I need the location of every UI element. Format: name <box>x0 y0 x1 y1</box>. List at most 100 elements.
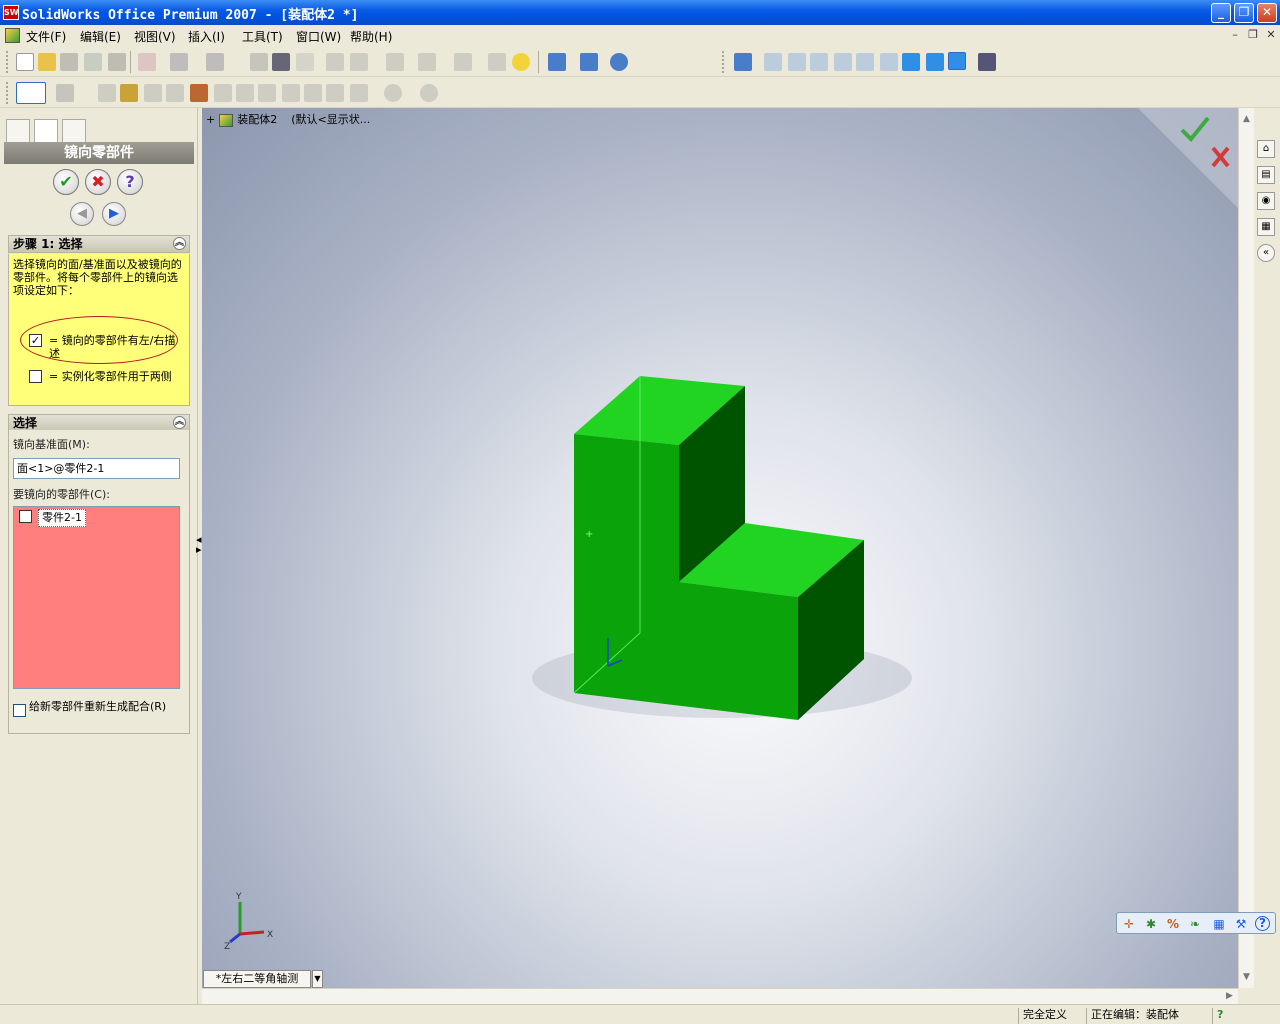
file-explorer-icon[interactable]: ◉ <box>1257 192 1275 210</box>
menu-tools[interactable]: 工具(T) <box>242 28 283 45</box>
vertical-scrollbar[interactable]: ▲ ▼ <box>1238 108 1254 988</box>
zoom-to-fit-icon[interactable] <box>580 53 598 71</box>
assembly-mode-icon[interactable] <box>16 82 46 104</box>
physical-dynamics-icon[interactable] <box>420 84 438 102</box>
toolbar-grip[interactable] <box>722 51 725 73</box>
smart-dimension-icon[interactable] <box>386 53 404 71</box>
scroll-down-icon[interactable]: ▼ <box>1241 972 1252 982</box>
select-arrow-icon[interactable] <box>250 53 268 71</box>
circular-pattern-icon[interactable] <box>304 84 322 102</box>
rotate-view-icon[interactable] <box>610 53 628 71</box>
redo-icon[interactable] <box>206 53 224 71</box>
doc-close-button[interactable]: ✕ <box>1264 28 1278 42</box>
open-folder-icon[interactable] <box>38 53 56 71</box>
right-view-icon[interactable] <box>834 53 852 71</box>
menu-insert[interactable]: 插入(I) <box>188 28 225 45</box>
mirror-plane-field[interactable]: 面<1>@零件2-1 <box>13 458 180 479</box>
menu-file[interactable]: 文件(F) <box>26 28 66 45</box>
save-icon[interactable] <box>60 53 78 71</box>
step1-group-header[interactable]: 步骤 1: 选择 ︽ <box>8 235 190 253</box>
menu-window[interactable]: 窗口(W) <box>296 28 341 45</box>
left-view-icon[interactable] <box>810 53 828 71</box>
menu-view[interactable]: 视图(V) <box>134 28 176 45</box>
view-palette-icon[interactable]: ▦ <box>1257 218 1275 236</box>
close-button[interactable]: ✕ <box>1257 3 1277 23</box>
edit-component-icon[interactable] <box>350 84 368 102</box>
component-checkbox[interactable] <box>19 510 32 523</box>
toolbar-grip[interactable] <box>6 82 9 104</box>
scroll-up-icon[interactable]: ▲ <box>1241 114 1252 124</box>
undo-icon[interactable] <box>170 53 188 71</box>
maximize-button[interactable]: ❐ <box>1234 3 1254 23</box>
exploded-view-icon[interactable] <box>190 84 208 102</box>
back-button[interactable]: ◀ <box>70 202 94 226</box>
horizontal-scrollbar[interactable]: ▶ <box>202 988 1238 1004</box>
back-view-icon[interactable] <box>788 53 806 71</box>
home-icon[interactable]: ⌂ <box>1257 140 1275 158</box>
assembly-feature-icon[interactable] <box>258 84 276 102</box>
help-icon[interactable] <box>512 53 530 71</box>
smart-fasteners-icon[interactable] <box>166 84 184 102</box>
view-icon[interactable] <box>418 53 436 71</box>
expand-pane-icon[interactable]: « <box>1257 244 1275 262</box>
minimize-button[interactable]: _ <box>1211 3 1231 23</box>
scroll-right-icon[interactable]: ▶ <box>1224 991 1235 1001</box>
toolbar-grip[interactable] <box>6 51 9 73</box>
cut-icon[interactable] <box>138 53 156 71</box>
select-tool-icon[interactable] <box>272 53 290 71</box>
property-manager-tab[interactable] <box>34 119 58 143</box>
view-dropdown-icon[interactable]: ▼ <box>312 970 323 988</box>
configuration-manager-tab[interactable] <box>62 119 86 143</box>
document-menu-icon[interactable] <box>5 28 20 43</box>
top-view-icon[interactable] <box>856 53 874 71</box>
feature-icon[interactable]: ✱ <box>1143 916 1159 932</box>
status-help-icon[interactable]: ? <box>1212 1008 1280 1024</box>
new-document-icon[interactable] <box>16 53 34 71</box>
keyboard-icon[interactable]: ▦ <box>1211 916 1227 932</box>
ok-button[interactable]: ✔ <box>53 169 79 195</box>
hide-show-icon[interactable] <box>488 53 506 71</box>
model-rebuild-icon[interactable] <box>108 53 126 71</box>
rebuild-icon[interactable] <box>296 53 314 71</box>
print-icon[interactable] <box>84 53 102 71</box>
mirror-component-icon[interactable] <box>326 84 344 102</box>
menu-edit[interactable]: 编辑(E) <box>80 28 121 45</box>
simulation-icon[interactable] <box>384 84 402 102</box>
components-to-mirror-list[interactable]: 零件2-1 <box>13 506 180 689</box>
trimetric-view-icon[interactable] <box>926 53 944 71</box>
mate-icon[interactable] <box>98 84 116 102</box>
collapse-icon[interactable]: ︽ <box>173 237 186 250</box>
hole-series-icon[interactable] <box>236 84 254 102</box>
view-orientation-name[interactable]: *左右二等角轴测 <box>203 970 311 988</box>
sketch-icon[interactable]: ✛ <box>1121 916 1137 932</box>
front-view-icon[interactable] <box>764 53 782 71</box>
new-sketch-icon[interactable] <box>350 53 368 71</box>
next-button[interactable]: ▶ <box>102 202 126 226</box>
recreate-mates-checkbox[interactable] <box>13 704 26 717</box>
menu-help[interactable]: 帮助(H) <box>350 28 392 45</box>
options-icon[interactable] <box>326 53 344 71</box>
leaf-icon[interactable]: ❧ <box>1187 916 1203 932</box>
insert-component-icon[interactable] <box>56 84 74 102</box>
dimetric-view-icon[interactable] <box>948 52 966 70</box>
interference-icon[interactable] <box>214 84 232 102</box>
cancel-button[interactable]: ✖ <box>85 169 111 195</box>
doc-restore-button[interactable]: ❐ <box>1246 28 1260 42</box>
design-library-icon[interactable]: ▤ <box>1257 166 1275 184</box>
graphics-area[interactable]: + 装配体2 (默认<显示状... + Y X Z *左右二等角轴测 ▼ <box>202 108 1238 988</box>
recreate-mates-label[interactable]: 给新零部件重新生成配合(R) <box>29 700 187 713</box>
dimension-icon[interactable]: % <box>1165 916 1181 932</box>
bottom-view-icon[interactable] <box>880 53 898 71</box>
measure-icon[interactable] <box>978 53 996 71</box>
help-circle-icon[interactable]: ? <box>1255 916 1270 931</box>
collapse-icon[interactable]: ︽ <box>173 416 186 429</box>
rotate-component-icon[interactable] <box>144 84 162 102</box>
wrench-icon[interactable]: ⚒ <box>1233 916 1249 932</box>
splitter-handle-icon[interactable]: ◂ ▸ <box>196 534 202 555</box>
feature-manager-tab[interactable] <box>6 119 30 143</box>
isometric-view-icon[interactable] <box>902 53 920 71</box>
section-view-icon[interactable] <box>548 53 566 71</box>
linear-pattern-icon[interactable] <box>282 84 300 102</box>
move-component-icon[interactable] <box>120 84 138 102</box>
help-button[interactable]: ? <box>117 169 143 195</box>
